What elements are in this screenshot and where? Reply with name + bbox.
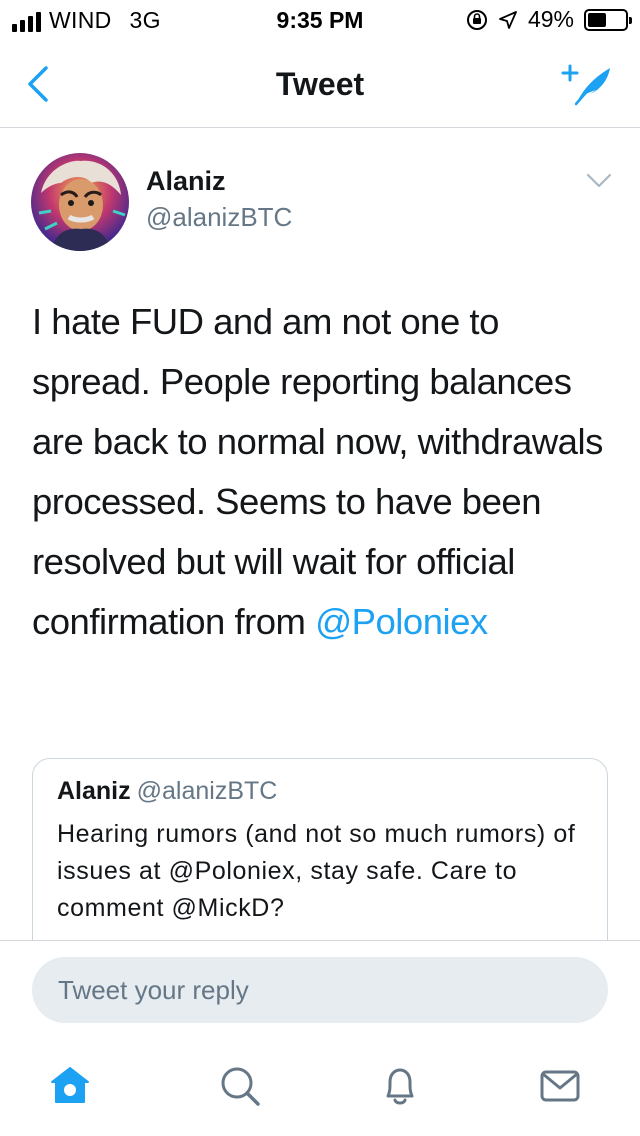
tab-home[interactable] xyxy=(46,1062,94,1110)
tab-messages[interactable] xyxy=(536,1062,584,1110)
tweet-body: I hate FUD and am not one to spread. Peo… xyxy=(32,301,603,642)
notifications-icon xyxy=(386,1068,414,1105)
compose-tweet-icon[interactable] xyxy=(560,62,616,108)
quoted-tweet[interactable]: Alaniz @alanizBTC Hearing rumors (and not… xyxy=(32,758,608,958)
orientation-lock-icon xyxy=(466,9,487,30)
messages-icon xyxy=(540,1070,580,1102)
quoted-author-name: Alaniz xyxy=(57,777,131,805)
battery-icon xyxy=(584,8,632,31)
author-handle[interactable]: @alanizBTC xyxy=(146,202,292,233)
nav-bar: Tweet xyxy=(0,40,640,128)
location-icon xyxy=(499,10,517,29)
avatar[interactable] xyxy=(31,153,129,251)
page-title: Tweet xyxy=(275,66,365,102)
reply-input[interactable] xyxy=(32,957,608,1023)
chevron-down-icon[interactable] xyxy=(586,172,612,190)
quoted-tweet-text: Hearing rumors (and not so much rumors) … xyxy=(57,820,576,922)
mention-link[interactable]: @Poloniex xyxy=(315,601,488,642)
battery-fill xyxy=(588,12,606,27)
tab-notifications[interactable] xyxy=(376,1062,424,1110)
author-name[interactable]: Alaniz xyxy=(146,166,226,197)
tab-bar xyxy=(0,1062,640,1118)
home-icon xyxy=(51,1067,89,1103)
status-right: 49% xyxy=(466,6,632,33)
tab-search[interactable] xyxy=(216,1062,264,1110)
back-chevron-icon[interactable] xyxy=(20,62,60,106)
avatar-image xyxy=(31,153,129,251)
search-icon xyxy=(221,1067,260,1106)
quoted-author-handle: @alanizBTC xyxy=(136,777,278,805)
tweet-text: I hate FUD and am not one to spread. Peo… xyxy=(32,292,622,652)
battery-percent: 49% xyxy=(527,6,574,32)
quoted-tweet-header: Alaniz @alanizBTC xyxy=(57,777,583,806)
status-bar: WIND 3G 9:35 PM 49% xyxy=(0,0,640,40)
